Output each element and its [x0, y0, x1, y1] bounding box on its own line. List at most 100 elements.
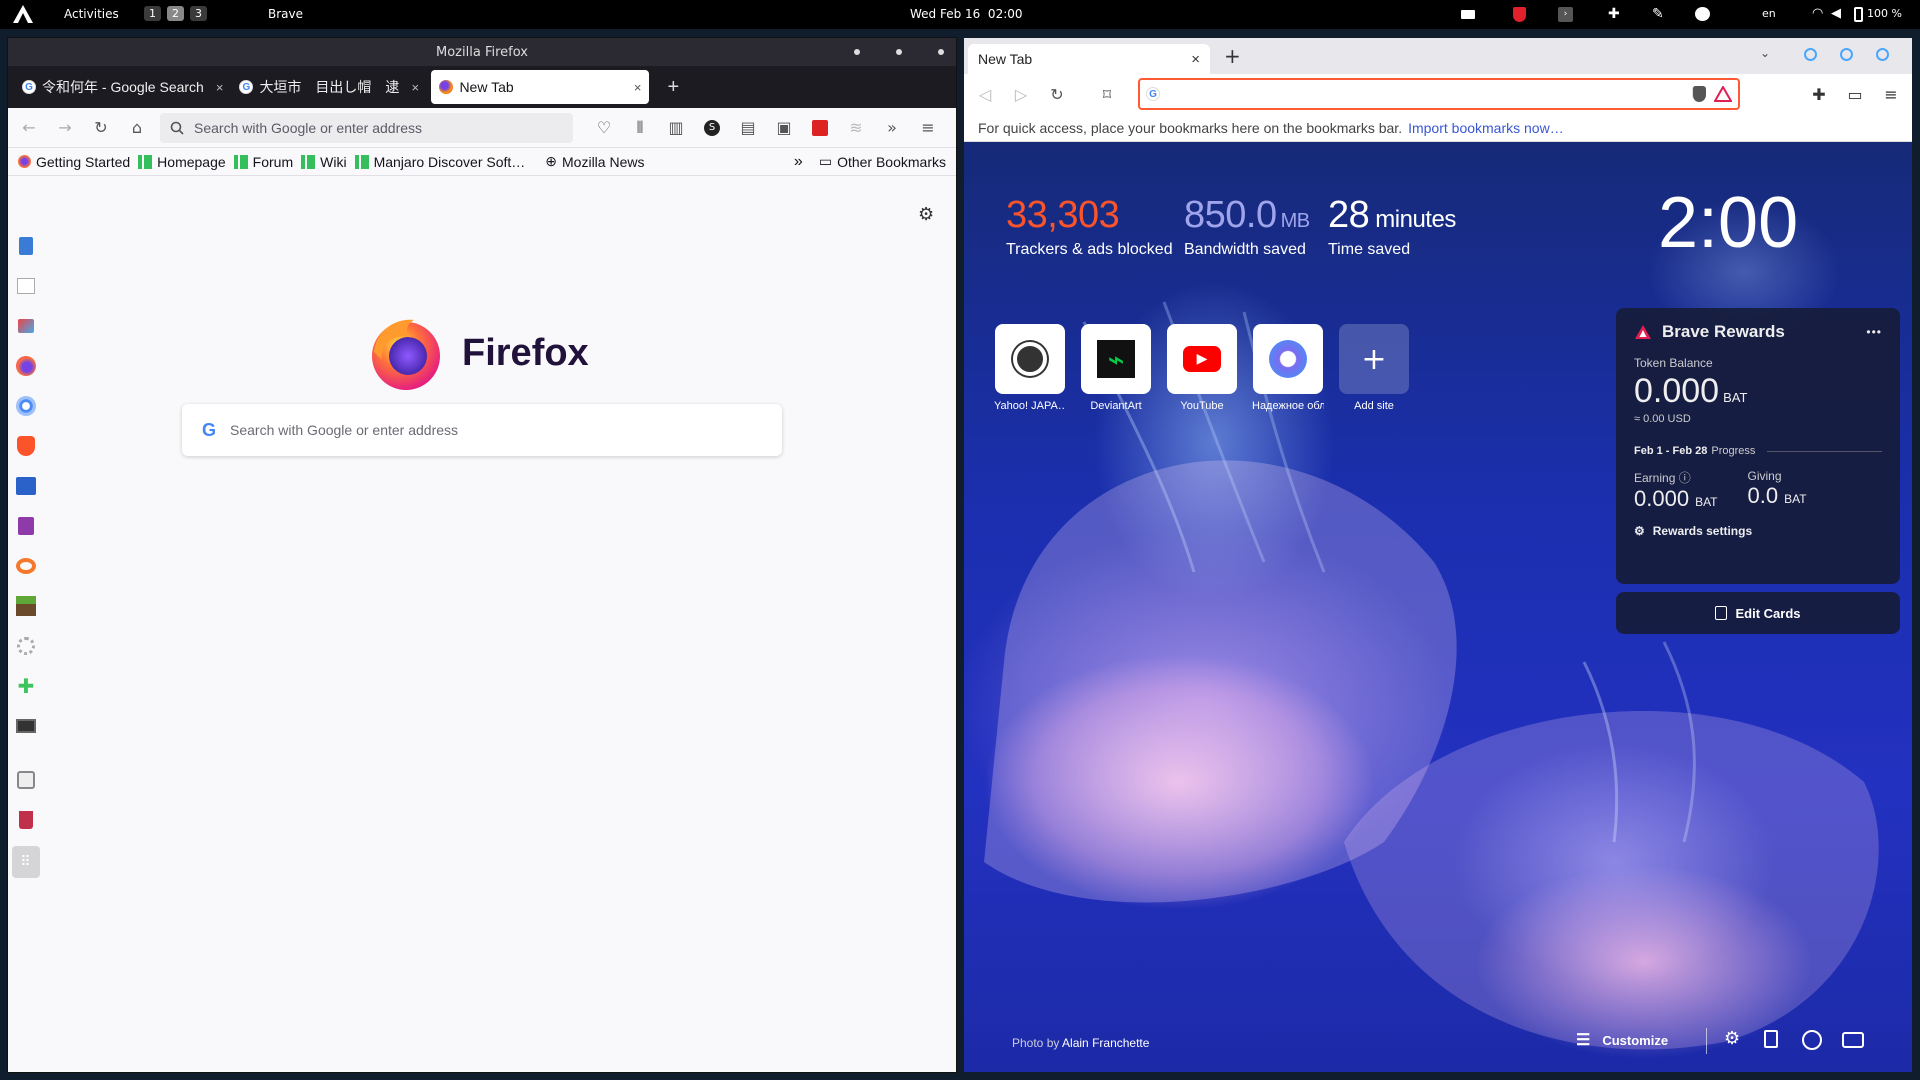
other-bookmarks[interactable]: ▭ Other Bookmarks — [819, 153, 946, 170]
activities-button[interactable]: Activities — [64, 7, 119, 21]
image-viewer-icon[interactable] — [14, 314, 38, 338]
top-site-deviantart[interactable]: ⌁ DeviantArt — [1080, 324, 1152, 412]
translate-icon[interactable]: ≋ — [843, 115, 869, 141]
minimize-button[interactable] — [1804, 48, 1817, 61]
tab-google-search[interactable]: G 令和何年 - Google Search × — [14, 70, 231, 104]
overflow-icon[interactable]: » — [879, 115, 905, 141]
settings-icon[interactable]: ⚙ — [1724, 1028, 1740, 1049]
tab-close-icon[interactable]: × — [411, 80, 419, 95]
bookmark-mozilla-news[interactable]: ⊕ Mozilla News — [545, 153, 644, 170]
extension-red-icon[interactable] — [807, 115, 833, 141]
tab-close-icon[interactable]: × — [1191, 51, 1200, 68]
reload-icon[interactable]: ↻ — [88, 115, 114, 141]
clock[interactable]: Wed Feb 16 02:00 — [910, 7, 1023, 21]
rewards-menu-icon[interactable]: ••• — [1866, 325, 1882, 339]
forward-icon[interactable]: ▷ — [1008, 81, 1034, 107]
bookmark-getting-started[interactable]: Getting Started — [18, 154, 130, 170]
maximize-button[interactable] — [896, 49, 902, 55]
menu-icon[interactable]: ≡ — [915, 115, 941, 141]
chromium-icon[interactable] — [14, 394, 38, 418]
minimize-button[interactable] — [854, 49, 860, 55]
brave-icon[interactable] — [14, 434, 38, 458]
back-icon[interactable]: ◁ — [972, 81, 998, 107]
sidebar-icon[interactable]: ▥ — [663, 115, 689, 141]
close-button[interactable] — [1876, 48, 1889, 61]
document-viewer-icon[interactable] — [14, 474, 38, 498]
settings-icon[interactable] — [14, 634, 38, 658]
extension-frame-icon[interactable]: ▣ — [771, 115, 797, 141]
customize-button[interactable]: ☰ Customize — [1576, 1030, 1668, 1050]
calendar-icon[interactable] — [14, 274, 38, 298]
tab-close-icon[interactable]: × — [216, 80, 224, 95]
text-editor-icon[interactable] — [14, 234, 38, 258]
tab-new-tab[interactable]: New Tab × — [431, 70, 650, 104]
extension-s-icon[interactable]: S — [699, 115, 725, 141]
top-site-youtube[interactable]: ▶ YouTube — [1166, 324, 1238, 412]
address-bar[interactable]: G — [1138, 78, 1740, 110]
wallet-icon[interactable]: ▭ — [1842, 81, 1868, 107]
firefox-titlebar[interactable]: Mozilla Firefox — [8, 38, 956, 66]
address-bar[interactable]: Search with Google or enter address — [160, 112, 573, 143]
show-apps-icon[interactable]: ⠿ — [12, 846, 40, 878]
window-list-icon[interactable] — [1461, 10, 1475, 19]
settings-gear-icon[interactable]: ⚙ — [918, 204, 934, 225]
extensions-puzzle-icon[interactable]: ✚ — [1806, 81, 1832, 107]
bookmark-forum[interactable]: Forum — [233, 154, 293, 170]
bookmarks-overflow-icon[interactable]: » — [794, 153, 803, 171]
reload-icon[interactable]: ↻ — [1044, 81, 1070, 107]
brave-shields-icon[interactable] — [1692, 86, 1706, 102]
blender-icon[interactable] — [14, 554, 38, 578]
ublock-shield-icon[interactable] — [1513, 7, 1526, 22]
focused-app-name[interactable]: Brave — [268, 7, 303, 21]
tab-search-icon[interactable]: ⌄ — [1760, 46, 1770, 60]
forward-icon[interactable]: → — [52, 115, 78, 141]
workspace-3[interactable]: 3 — [190, 6, 207, 21]
color-picker-icon[interactable]: ✎ — [1652, 6, 1664, 22]
photo-credit[interactable]: Photo by Alain Franchette — [1012, 1036, 1149, 1050]
brave-talk-icon[interactable] — [1842, 1032, 1864, 1048]
import-bookmarks-link[interactable]: Import bookmarks now… — [1408, 120, 1564, 136]
maximize-button[interactable] — [1840, 48, 1853, 61]
trash-icon[interactable] — [14, 808, 38, 832]
bookmarks-icon[interactable] — [1764, 1030, 1778, 1048]
bookmark-icon[interactable]: ⌑ — [1094, 81, 1120, 107]
tab-ogaki-search[interactable]: G 大垣市 目出し帽 逮捕 × — [231, 70, 427, 104]
brave-rewards-triangle-icon[interactable] — [1714, 86, 1732, 102]
menu-icon[interactable]: ≡ — [1878, 81, 1904, 107]
wifi-icon[interactable]: ◠ — [1812, 6, 1823, 21]
manjaro-logo-icon[interactable] — [12, 4, 34, 24]
library-icon[interactable]: ⫴ — [627, 115, 653, 141]
terminal-icon[interactable]: › — [1558, 7, 1573, 22]
workspace-2[interactable]: 2 — [167, 6, 184, 21]
tab-new-tab[interactable]: New Tab × — [968, 44, 1210, 74]
tab-close-icon[interactable]: × — [634, 80, 642, 95]
info-icon[interactable]: ⓘ — [1679, 471, 1691, 485]
history-icon[interactable] — [1802, 1030, 1822, 1050]
rewards-settings-button[interactable]: ⚙ Rewards settings — [1634, 524, 1882, 538]
top-site-yahoo[interactable]: Yahoo! JAPA… — [994, 324, 1066, 412]
top-site-add[interactable]: + Add site — [1338, 324, 1410, 412]
volume-icon[interactable]: ◀ — [1831, 6, 1841, 21]
home-icon[interactable]: ⌂ — [124, 115, 150, 141]
firefox-icon[interactable] — [14, 354, 38, 378]
bookmark-homepage[interactable]: Homepage — [138, 154, 226, 170]
top-site-reliable-cloud[interactable]: Надежное обл… — [1252, 324, 1324, 412]
extensions-icon[interactable]: ✚ — [14, 674, 38, 698]
keyboard-layout[interactable]: en — [1762, 7, 1776, 20]
bookmark-wiki[interactable]: Wiki — [301, 154, 347, 170]
back-icon[interactable]: ← — [16, 115, 42, 141]
close-button[interactable] — [938, 49, 944, 55]
palette-icon[interactable] — [1695, 7, 1710, 21]
search-box[interactable]: G Search with Google or enter address — [182, 404, 782, 456]
new-tab-button[interactable]: + — [1224, 44, 1241, 68]
reader-icon[interactable]: ▤ — [735, 115, 761, 141]
new-tab-button[interactable]: + — [667, 76, 679, 99]
system-monitor-icon[interactable] — [14, 714, 38, 738]
battery-icon[interactable] — [1854, 7, 1863, 22]
extension-puzzle-icon[interactable]: ✚ — [1608, 6, 1620, 22]
edit-cards-button[interactable]: Edit Cards — [1616, 592, 1900, 634]
notes-icon[interactable] — [14, 514, 38, 538]
pocket-icon[interactable]: ♡ — [591, 115, 617, 141]
workspace-1[interactable]: 1 — [144, 6, 161, 21]
bookmark-manjaro-discover[interactable]: Manjaro Discover Soft… — [354, 154, 525, 170]
